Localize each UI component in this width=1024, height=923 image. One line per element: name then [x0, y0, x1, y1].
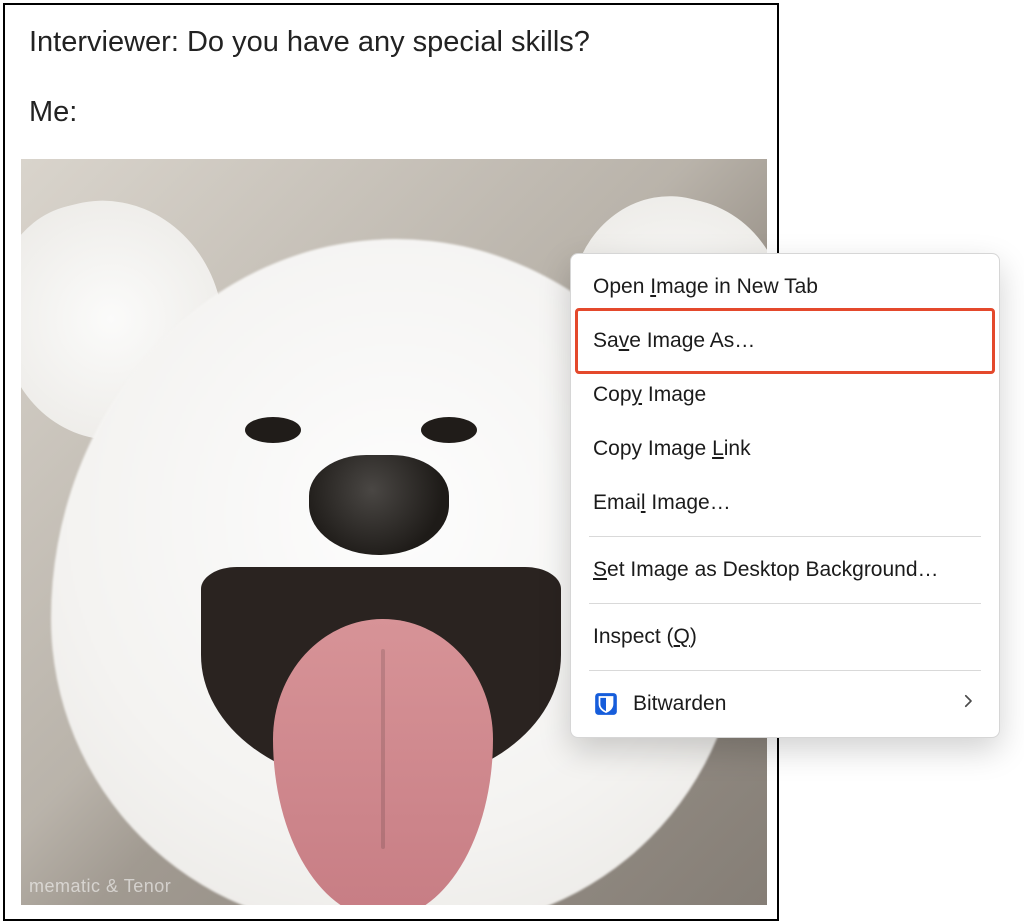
meme-caption-line1: Interviewer: Do you have any special ski… — [29, 21, 753, 63]
menu-divider — [589, 603, 981, 604]
chevron-right-icon — [959, 692, 977, 716]
menu-item-copy-image-link[interactable]: Copy Image Link — [571, 422, 999, 476]
menu-item-label: Bitwarden — [633, 692, 726, 716]
menu-divider — [589, 670, 981, 671]
menu-item-label: Copy Image — [593, 383, 706, 407]
image-watermark: mematic & Tenor — [29, 876, 171, 897]
meme-caption: Interviewer: Do you have any special ski… — [5, 5, 777, 133]
menu-item-inspect[interactable]: Inspect (Q) — [571, 610, 999, 664]
menu-item-set-desktop-background[interactable]: Set Image as Desktop Background… — [571, 543, 999, 597]
menu-divider — [589, 536, 981, 537]
menu-item-label: Set Image as Desktop Background… — [593, 558, 939, 582]
menu-item-label: Open Image in New Tab — [593, 275, 818, 299]
menu-item-label: Save Image As… — [593, 329, 755, 353]
menu-item-copy-image[interactable]: Copy Image — [571, 368, 999, 422]
menu-item-open-image-new-tab[interactable]: Open Image in New Tab — [571, 260, 999, 314]
bitwarden-shield-icon — [593, 691, 619, 717]
menu-item-email-image[interactable]: Email Image… — [571, 476, 999, 530]
menu-item-bitwarden[interactable]: Bitwarden — [571, 677, 999, 731]
menu-item-label: Email Image… — [593, 491, 731, 515]
menu-item-save-image-as[interactable]: Save Image As… — [571, 314, 999, 368]
menu-item-label: Copy Image Link — [593, 437, 751, 461]
menu-item-label: Inspect (Q) — [593, 625, 697, 649]
meme-caption-line2: Me: — [29, 91, 753, 133]
image-context-menu: Open Image in New Tab Save Image As… Cop… — [570, 253, 1000, 738]
